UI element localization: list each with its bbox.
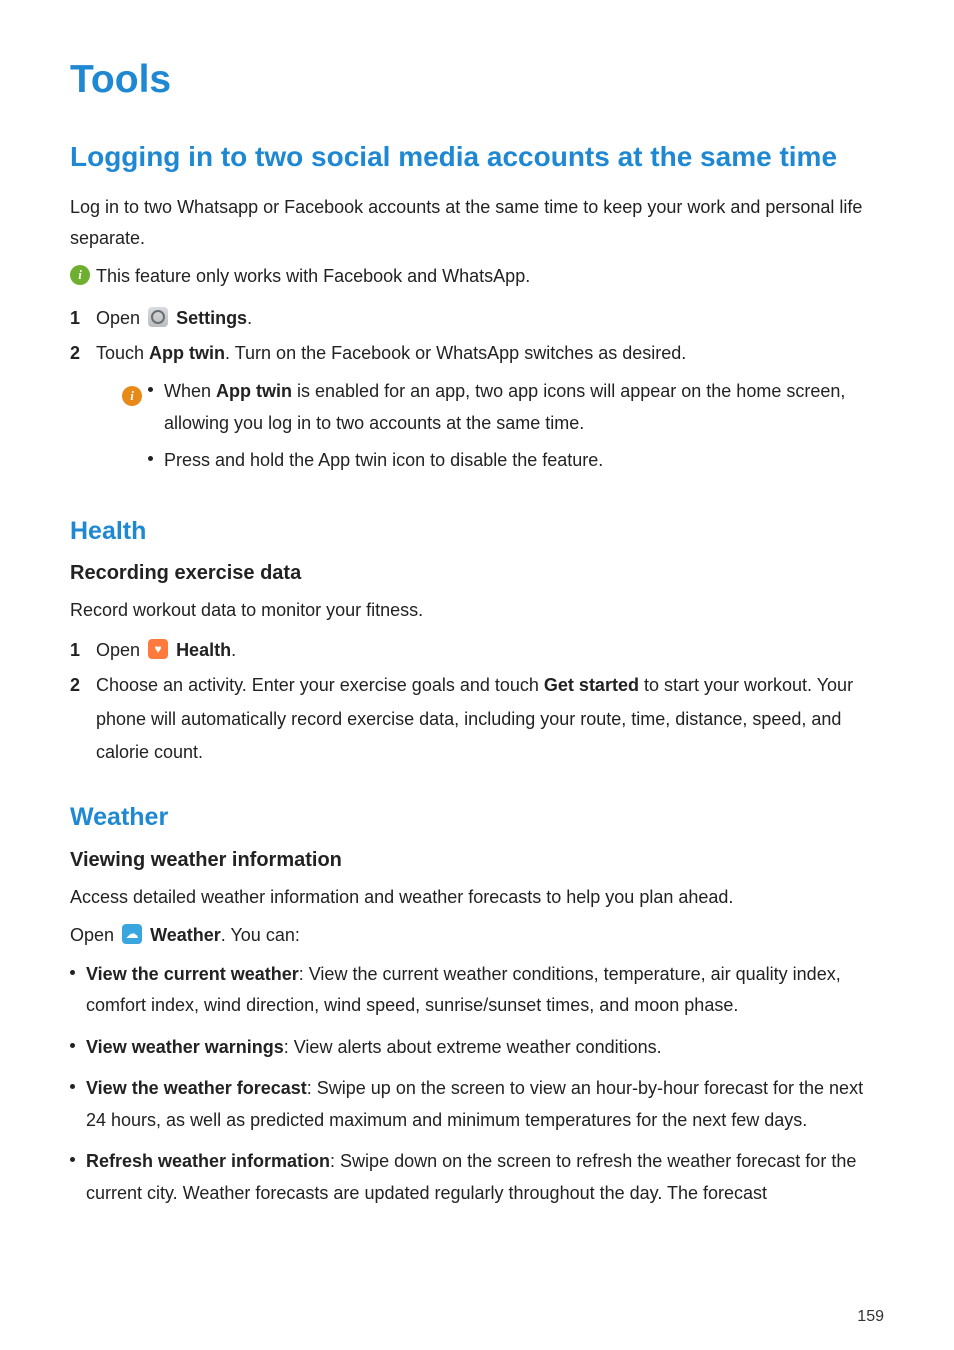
weather-icon (122, 924, 142, 944)
note-text: This feature only works with Facebook an… (96, 261, 530, 292)
get-started-label: Get started (544, 675, 639, 695)
sub-heading-recording: Recording exercise data (70, 562, 884, 585)
step-text: . Turn on the Facebook or WhatsApp switc… (225, 343, 686, 363)
step-text: Choose an activity. Enter your exercise … (96, 675, 544, 695)
app-twin-label: App twin (149, 343, 225, 363)
step-item: Open Health. (70, 634, 884, 667)
bullet-text: Press and hold the App twin icon to disa… (164, 450, 603, 470)
list-item: Press and hold the App twin icon to disa… (148, 445, 884, 477)
section-heading-social: Logging in to two social media accounts … (70, 136, 884, 178)
note-row: i This feature only works with Facebook … (70, 261, 884, 292)
social-steps: Open Settings. Touch App twin. Turn on t… (70, 302, 884, 483)
bullet-bold: View weather warnings (86, 1037, 284, 1057)
bullet-bold: View the current weather (86, 964, 299, 984)
page-title: Tools (70, 58, 884, 102)
health-label: Health (176, 640, 231, 660)
step-item: Touch App twin. Turn on the Facebook or … (70, 337, 884, 483)
info-icon: i (122, 378, 142, 411)
bullet-text: : View alerts about extreme weather cond… (284, 1037, 662, 1057)
sub-bullet-list: When App twin is enabled for an app, two… (148, 376, 884, 483)
weather-bullets: View the current weather: View the curre… (70, 959, 884, 1210)
list-item: Refresh weather information: Swipe down … (70, 1146, 884, 1209)
open-text: . You can: (221, 925, 300, 945)
page-number: 159 (857, 1308, 884, 1326)
step-text: . (247, 308, 252, 328)
social-intro: Log in to two Whatsapp or Facebook accou… (70, 192, 884, 253)
app-twin-label: App twin (216, 381, 292, 401)
section-heading-health: Health (70, 513, 884, 551)
bullet-bold: View the weather forecast (86, 1078, 307, 1098)
list-item: When App twin is enabled for an app, two… (148, 376, 884, 439)
bullet-text: When (164, 381, 216, 401)
list-item: View the current weather: View the curre… (70, 959, 884, 1022)
settings-icon (148, 307, 168, 327)
sub-heading-viewing: Viewing weather information (70, 849, 884, 872)
weather-open-line: Open Weather. You can: (70, 920, 884, 951)
health-intro: Record workout data to monitor your fitn… (70, 595, 884, 626)
section-heading-weather: Weather (70, 799, 884, 837)
step-text: . (231, 640, 236, 660)
health-icon (148, 639, 168, 659)
step-item: Open Settings. (70, 302, 884, 335)
bullet-bold: Refresh weather information (86, 1151, 330, 1171)
list-item: View the weather forecast: Swipe up on t… (70, 1073, 884, 1136)
weather-intro: Access detailed weather information and … (70, 882, 884, 913)
settings-label: Settings (176, 308, 247, 328)
open-text: Open (70, 925, 119, 945)
list-item: View weather warnings: View alerts about… (70, 1032, 884, 1064)
step-text: Open (96, 640, 145, 660)
health-steps: Open Health. Choose an activity. Enter y… (70, 634, 884, 769)
weather-label: Weather (150, 925, 221, 945)
document-page: Tools Logging in to two social media acc… (0, 0, 954, 1350)
info-icon: i (70, 265, 90, 285)
step-item: Choose an activity. Enter your exercise … (70, 669, 884, 769)
step-text: Open (96, 308, 145, 328)
info-box: i When App twin is enabled for an app, t… (96, 376, 884, 483)
step-text: Touch (96, 343, 149, 363)
